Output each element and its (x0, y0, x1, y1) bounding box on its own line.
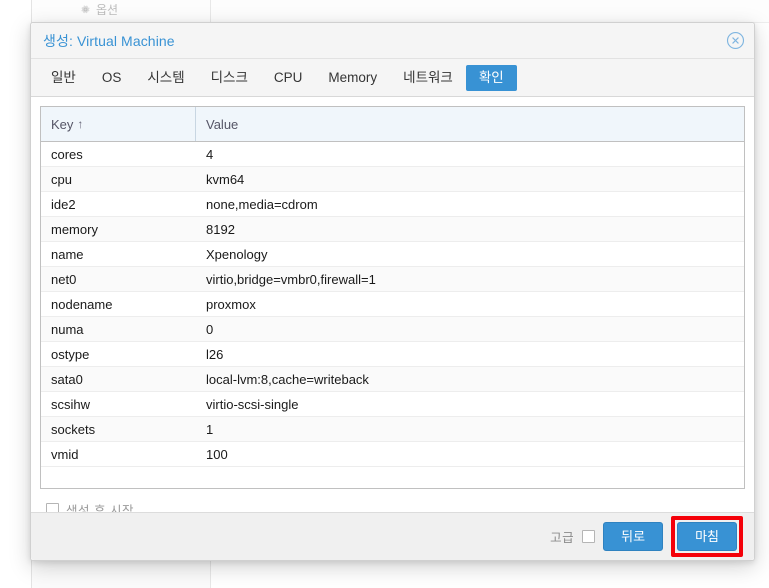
row-key: cpu (51, 171, 72, 187)
row-value: proxmox (206, 296, 256, 312)
table-row[interactable]: cores 4 (41, 142, 744, 167)
tab-general[interactable]: 일반 (38, 65, 89, 91)
row-value: 100 (206, 446, 228, 462)
background-toolbar (32, 0, 769, 23)
row-key: numa (51, 321, 84, 337)
table-row[interactable]: net0 virtio,bridge=vmbr0,firewall=1 (41, 267, 744, 292)
sort-ascending-icon: ↑ (77, 117, 84, 131)
row-key: name (51, 246, 84, 262)
row-key: cores (51, 146, 83, 162)
row-value: 8192 (206, 221, 235, 237)
table-row[interactable]: nodename proxmox (41, 292, 744, 317)
gear-icon (80, 4, 91, 15)
dialog-footer: 고급 뒤로 마침 (31, 512, 754, 560)
table-row[interactable]: memory 8192 (41, 217, 744, 242)
column-header-value[interactable]: Value (196, 107, 744, 141)
table-row[interactable]: numa 0 (41, 317, 744, 342)
row-value: l26 (206, 346, 224, 362)
row-key: vmid (51, 446, 79, 462)
row-key: ide2 (51, 196, 76, 212)
table-row[interactable]: name Xpenology (41, 242, 744, 267)
table-row[interactable]: sata0 local-lvm:8,cache=writeback (41, 367, 744, 392)
row-value: Xpenology (206, 246, 268, 262)
summary-grid: Key ↑ Value cores 4 cpu kvm64 ide2 none,… (40, 106, 745, 489)
tab-disks[interactable]: 디스크 (198, 65, 261, 91)
table-row[interactable]: vmid 100 (41, 442, 744, 467)
row-value: 0 (206, 321, 214, 337)
table-row[interactable]: scsihw virtio-scsi-single (41, 392, 744, 417)
finish-button-highlight: 마침 (671, 516, 743, 557)
grid-body: cores 4 cpu kvm64 ide2 none,media=cdrom … (41, 142, 744, 488)
tab-confirm[interactable]: 확인 (465, 64, 517, 91)
table-row[interactable]: sockets 1 (41, 417, 744, 442)
screen: 옵션 생성: Virtual Machine 일반 OS 시스템 디스크 CPU… (0, 0, 769, 588)
table-row[interactable]: ide2 none,media=cdrom (41, 192, 744, 217)
dialog-header: 생성: Virtual Machine (31, 23, 754, 59)
dialog-tabbar: 일반 OS 시스템 디스크 CPU Memory 네트워크 확인 (31, 59, 754, 97)
tab-memory[interactable]: Memory (315, 65, 390, 91)
dialog-title: 생성: Virtual Machine (43, 32, 175, 49)
column-header-key[interactable]: Key ↑ (41, 107, 196, 141)
row-value: virtio-scsi-single (206, 396, 299, 412)
row-value: 4 (206, 146, 214, 162)
advanced-label: 고급 (550, 531, 575, 545)
row-key: memory (51, 221, 98, 237)
tab-network[interactable]: 네트워크 (390, 65, 466, 91)
row-key: scsihw (51, 396, 91, 412)
row-key: net0 (51, 271, 77, 287)
row-key: ostype (51, 346, 90, 362)
table-row[interactable]: cpu kvm64 (41, 167, 744, 192)
back-button[interactable]: 뒤로 (603, 522, 664, 551)
table-row[interactable]: ostype l26 (41, 342, 744, 367)
table-row-empty (41, 467, 744, 488)
column-header-value-label: Value (206, 116, 239, 132)
row-key-empty (41, 467, 196, 488)
background-option-button[interactable]: 옵션 (80, 1, 118, 18)
row-value-empty (196, 467, 744, 488)
row-value: 1 (206, 421, 214, 437)
row-value: local-lvm:8,cache=writeback (206, 371, 369, 387)
tab-os[interactable]: OS (89, 65, 135, 91)
grid-header-row: Key ↑ Value (41, 107, 744, 142)
row-value: virtio,bridge=vmbr0,firewall=1 (206, 271, 376, 287)
create-vm-dialog: 생성: Virtual Machine 일반 OS 시스템 디스크 CPU Me… (30, 22, 755, 561)
row-key: sockets (51, 421, 96, 437)
finish-button[interactable]: 마침 (677, 522, 737, 551)
tab-cpu[interactable]: CPU (261, 65, 316, 91)
tab-system[interactable]: 시스템 (134, 65, 197, 91)
dialog-body: Key ↑ Value cores 4 cpu kvm64 ide2 none,… (31, 97, 754, 518)
background-option-label: 옵션 (96, 3, 119, 17)
advanced-checkbox[interactable] (582, 530, 596, 543)
row-value: none,media=cdrom (206, 196, 318, 212)
close-icon[interactable] (726, 31, 745, 50)
row-key: nodename (51, 296, 113, 312)
row-key: sata0 (51, 371, 83, 387)
row-value: kvm64 (206, 171, 245, 187)
column-header-key-label: Key (51, 116, 74, 132)
